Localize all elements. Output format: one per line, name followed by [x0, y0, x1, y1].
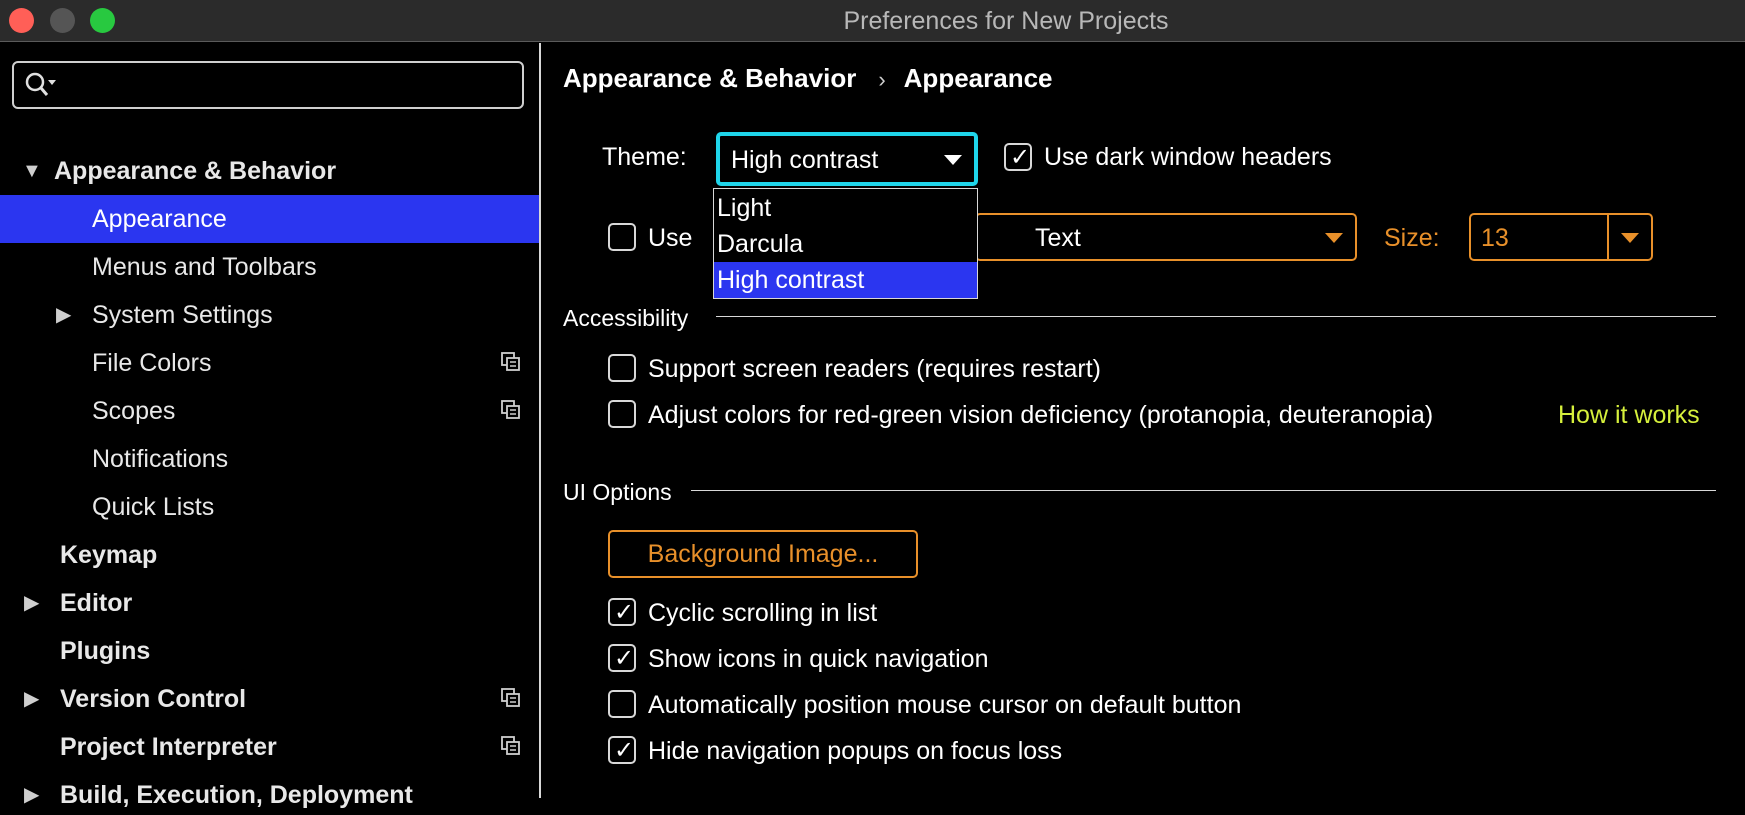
- search-icon[interactable]: [24, 71, 58, 99]
- tree-item-scopes[interactable]: Scopes: [0, 387, 539, 435]
- search-input[interactable]: [68, 69, 508, 101]
- color-adjust-label[interactable]: Adjust colors for red-green vision defic…: [648, 401, 1433, 430]
- theme-dropdown-list: Light Darcula High contrast: [713, 188, 978, 299]
- tree-item-plugins[interactable]: Plugins: [0, 627, 539, 675]
- size-label: Size:: [1384, 224, 1440, 252]
- collapse-arrow-icon[interactable]: ▶: [24, 579, 44, 627]
- theme-select-value: High contrast: [731, 146, 879, 174]
- collapse-arrow-icon[interactable]: ▶: [56, 291, 76, 339]
- project-settings-icon: [501, 688, 520, 707]
- font-select-value: Text: [1035, 224, 1081, 252]
- project-settings-icon: [501, 400, 520, 419]
- hide-popups-label[interactable]: Hide navigation popups on focus loss: [648, 737, 1062, 766]
- tree-item-label: File Colors: [92, 349, 212, 377]
- breadcrumb-parent[interactable]: Appearance & Behavior: [563, 63, 856, 93]
- tree-item-label: Scopes: [92, 397, 176, 425]
- chevron-down-icon[interactable]: [1621, 233, 1639, 243]
- combo-divider: [1607, 215, 1609, 259]
- tree-item-quick-lists[interactable]: Quick Lists: [0, 483, 539, 531]
- chevron-down-icon: [1325, 233, 1343, 243]
- tree-item-file-colors[interactable]: File Colors: [0, 339, 539, 387]
- checkmark-icon: ✓: [614, 644, 635, 672]
- collapse-arrow-icon[interactable]: ▶: [24, 675, 44, 723]
- tree-item-label: Menus and Toolbars: [92, 253, 317, 281]
- checkmark-icon: ✓: [614, 736, 635, 764]
- checkmark-icon: ✓: [1010, 143, 1031, 171]
- chevron-down-icon: [944, 155, 962, 165]
- settings-tree: ▼ Appearance & Behavior Appearance Menus…: [0, 147, 539, 815]
- cyclic-scrolling-label[interactable]: Cyclic scrolling in list: [648, 599, 877, 628]
- tree-item-system-settings[interactable]: ▶ System Settings: [0, 291, 539, 339]
- breadcrumb-separator-icon: ›: [878, 67, 886, 92]
- tree-item-label: System Settings: [92, 301, 273, 329]
- tree-item-label: Appearance & Behavior: [54, 157, 337, 185]
- hide-popups-checkbox[interactable]: ✓: [608, 736, 636, 764]
- breadcrumb: Appearance & Behavior › Appearance: [563, 63, 1053, 94]
- font-size-value: 13: [1481, 224, 1509, 252]
- tree-item-label: Quick Lists: [92, 493, 215, 521]
- tree-item-project-interpreter[interactable]: Project Interpreter: [0, 723, 539, 771]
- theme-option-darcula[interactable]: Darcula: [714, 226, 977, 262]
- section-divider: [691, 490, 1716, 491]
- project-settings-icon: [501, 352, 520, 371]
- expand-arrow-icon[interactable]: ▼: [22, 147, 42, 195]
- theme-label: Theme:: [602, 143, 687, 171]
- auto-position-cursor-label[interactable]: Automatically position mouse cursor on d…: [648, 691, 1241, 720]
- tree-item-label: Keymap: [60, 541, 158, 569]
- project-settings-icon: [501, 736, 520, 755]
- tree-item-menus-toolbars[interactable]: Menus and Toolbars: [0, 243, 539, 291]
- custom-font-checkbox[interactable]: [608, 223, 636, 251]
- window-title: Preferences for New Projects: [843, 7, 1169, 35]
- tree-item-label: Version Control: [60, 685, 247, 713]
- collapse-arrow-icon[interactable]: ▶: [24, 771, 44, 815]
- settings-sidebar: ▼ Appearance & Behavior Appearance Menus…: [0, 43, 541, 809]
- tree-item-label: Appearance: [92, 205, 227, 233]
- theme-option-high-contrast[interactable]: High contrast: [714, 262, 977, 298]
- screen-readers-checkbox[interactable]: [608, 354, 636, 382]
- settings-content: Appearance & Behavior › Appearance Theme: …: [543, 43, 1745, 815]
- tree-item-appearance-behavior[interactable]: ▼ Appearance & Behavior: [0, 147, 539, 195]
- checkmark-icon: ✓: [614, 598, 635, 626]
- tree-item-version-control[interactable]: ▶ Version Control: [0, 675, 539, 723]
- tree-item-notifications[interactable]: Notifications: [0, 435, 539, 483]
- tree-item-label: Plugins: [60, 637, 151, 665]
- font-select[interactable]: Text: [975, 213, 1357, 261]
- dark-headers-label[interactable]: Use dark window headers: [1044, 143, 1332, 172]
- color-adjust-checkbox[interactable]: [608, 400, 636, 428]
- theme-option-light[interactable]: Light: [714, 190, 977, 226]
- tree-item-build-execution-deployment[interactable]: ▶ Build, Execution, Deployment: [0, 771, 539, 815]
- show-icons-label[interactable]: Show icons in quick navigation: [648, 645, 988, 674]
- auto-position-cursor-checkbox[interactable]: [608, 690, 636, 718]
- show-icons-checkbox[interactable]: ✓: [608, 644, 636, 672]
- section-divider: [716, 316, 1716, 317]
- tree-item-appearance[interactable]: Appearance: [0, 195, 539, 243]
- theme-select[interactable]: High contrast: [716, 132, 978, 186]
- tree-item-label: Project Interpreter: [60, 733, 277, 761]
- tree-item-label: Editor: [60, 589, 133, 617]
- ui-options-section-title: UI Options: [563, 479, 672, 505]
- tree-item-keymap[interactable]: Keymap: [0, 531, 539, 579]
- screen-readers-label[interactable]: Support screen readers (requires restart…: [648, 355, 1101, 384]
- tree-item-label: Notifications: [92, 445, 229, 473]
- breadcrumb-current: Appearance: [903, 63, 1053, 93]
- background-image-button[interactable]: Background Image...: [608, 530, 918, 578]
- tree-item-editor[interactable]: ▶ Editor: [0, 579, 539, 627]
- font-size-select[interactable]: 13: [1469, 213, 1653, 261]
- search-box[interactable]: [12, 61, 524, 109]
- cyclic-scrolling-checkbox[interactable]: ✓: [608, 598, 636, 626]
- dark-headers-checkbox[interactable]: ✓: [1004, 143, 1032, 171]
- tree-item-label: Build, Execution, Deployment: [60, 781, 413, 809]
- how-it-works-link[interactable]: How it works: [1558, 401, 1700, 430]
- title-bar: Preferences for New Projects: [0, 0, 1745, 42]
- accessibility-section-title: Accessibility: [563, 305, 689, 331]
- custom-font-label[interactable]: Use: [648, 224, 692, 253]
